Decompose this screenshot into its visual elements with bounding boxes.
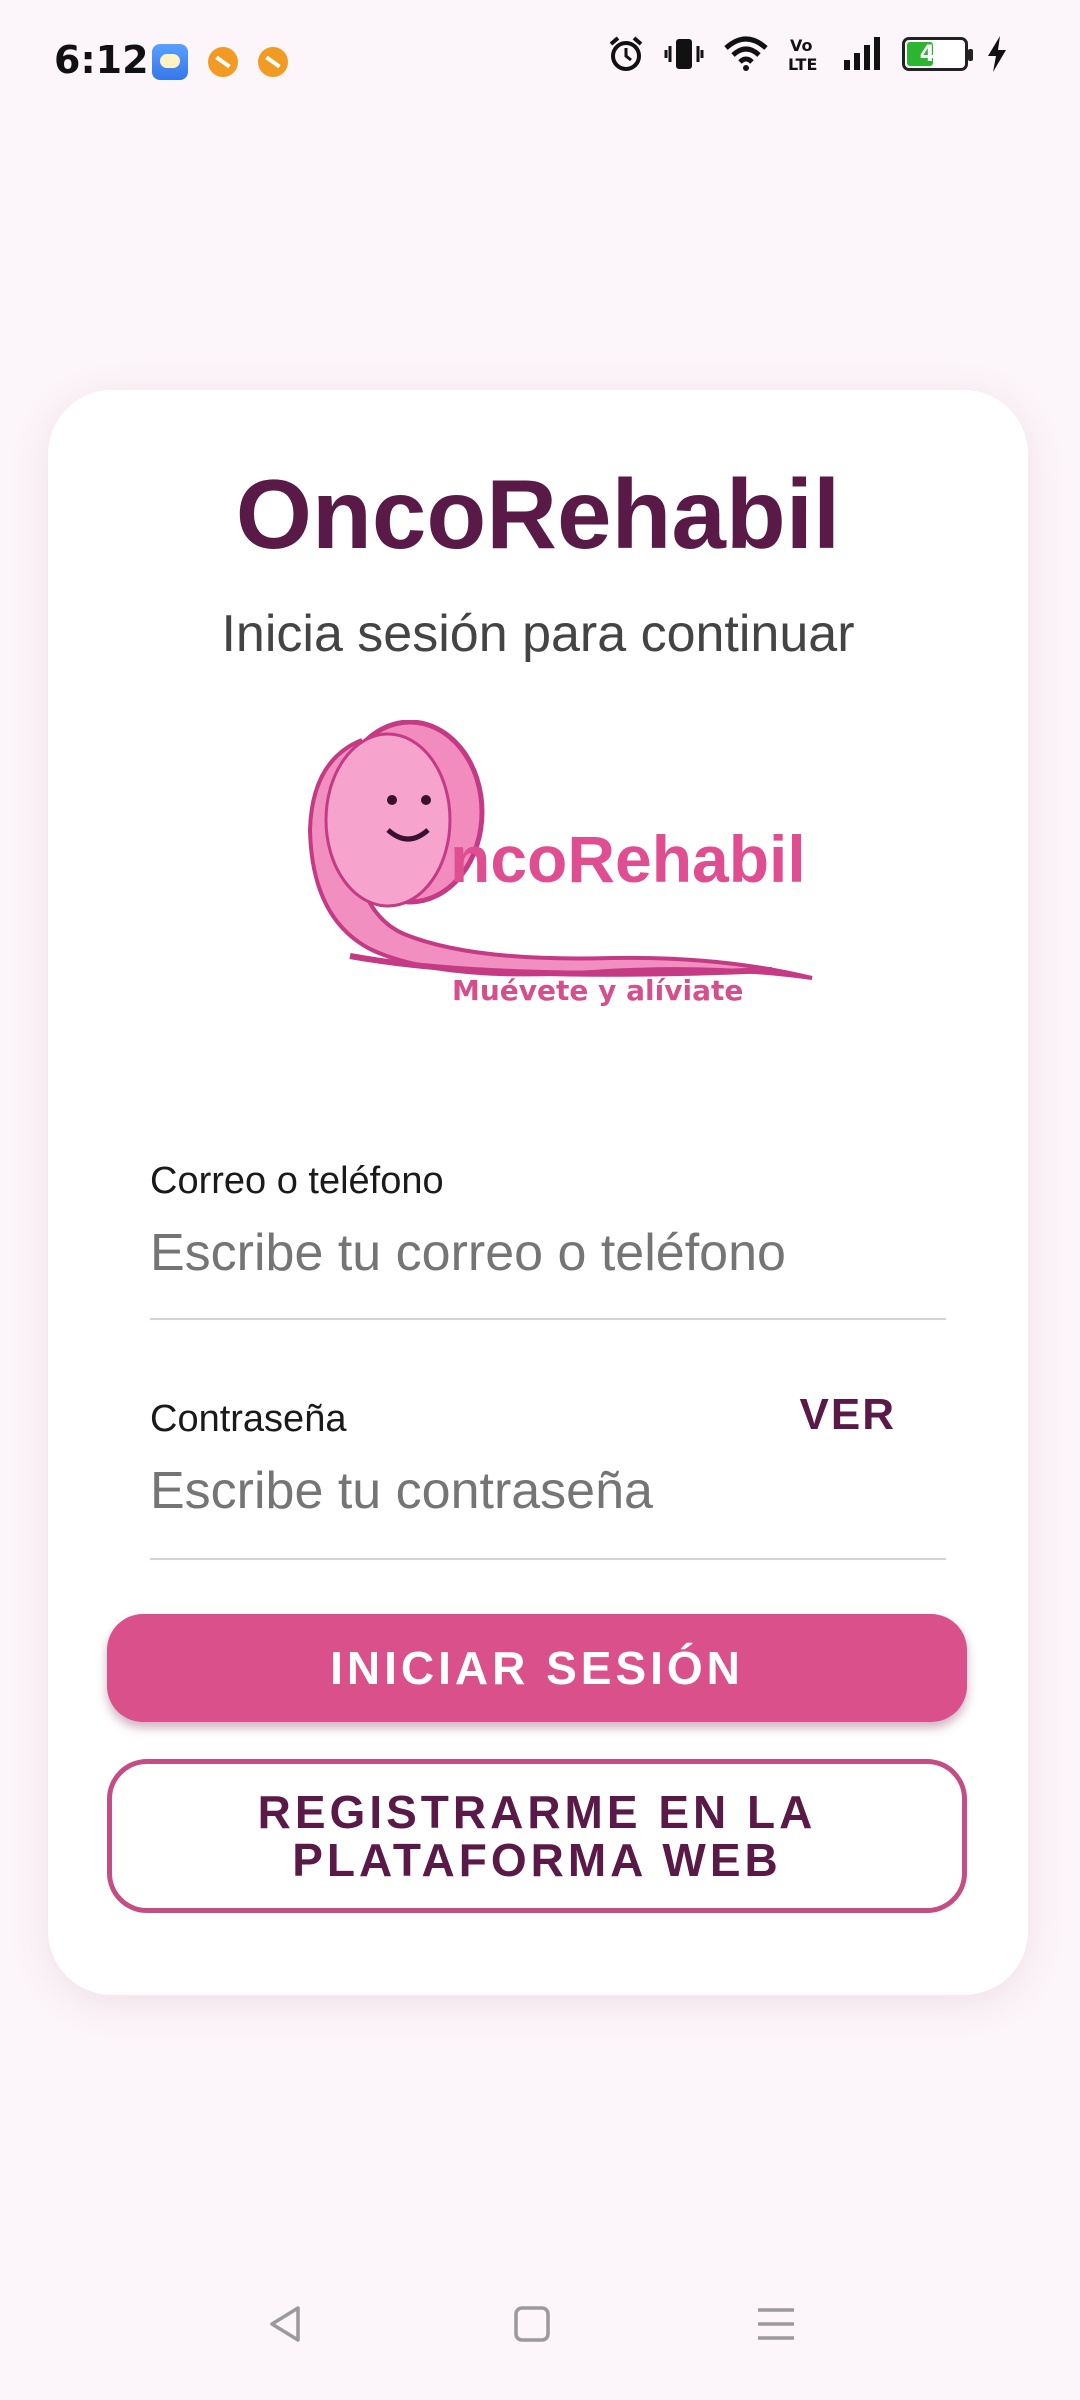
navigation-bar: [0, 2280, 1080, 2400]
oncorehabil-logo: ncoRehabil Muévete y alíviate: [307, 720, 813, 1007]
password-input[interactable]: [150, 1456, 850, 1526]
email-underline: [150, 1318, 946, 1320]
battery-icon: 42: [902, 37, 973, 71]
login-button[interactable]: INICIAR SESIÓN: [107, 1614, 967, 1722]
charging-icon: [988, 36, 1006, 72]
svg-text:Vo: Vo: [790, 36, 813, 55]
signal-icon: [844, 37, 880, 70]
app-notification-icon: [208, 47, 238, 77]
logo-tagline: Muévete y alíviate: [452, 974, 743, 1007]
notification-icons: [152, 44, 288, 80]
register-button[interactable]: REGISTRARME EN LA PLATAFORMA WEB: [107, 1759, 967, 1913]
alarm-icon: [609, 36, 643, 71]
system-icons: Vo LTE 42: [606, 34, 1008, 74]
svg-text:LTE: LTE: [788, 55, 817, 74]
volte-icon: Vo LTE: [788, 36, 817, 74]
email-label: Correo o teléfono: [150, 1160, 444, 1202]
login-card: OncoRehabil Inicia sesión para continuar…: [48, 390, 1028, 1995]
menu-icon[interactable]: [754, 2302, 798, 2346]
password-label: Contraseña: [150, 1398, 347, 1440]
email-input[interactable]: [150, 1218, 930, 1288]
home-icon[interactable]: [510, 2302, 554, 2346]
status-bar: 6:12 Vo LTE 42: [0, 0, 1080, 125]
battery-level: 42: [919, 42, 951, 67]
login-subtitle: Inicia sesión para continuar: [221, 605, 855, 663]
logo-brand-text: ncoRehabil: [450, 822, 806, 896]
vibrate-icon: [664, 39, 704, 69]
weather-app-icon: [152, 44, 188, 80]
app-title: OncoRehabil: [235, 459, 841, 569]
app-notification-icon: [258, 47, 288, 77]
back-icon[interactable]: [264, 2302, 308, 2346]
show-password-button[interactable]: VER: [800, 1390, 896, 1440]
password-underline: [150, 1558, 946, 1560]
status-time: 6:12: [54, 38, 149, 82]
wifi-icon: [724, 36, 768, 71]
